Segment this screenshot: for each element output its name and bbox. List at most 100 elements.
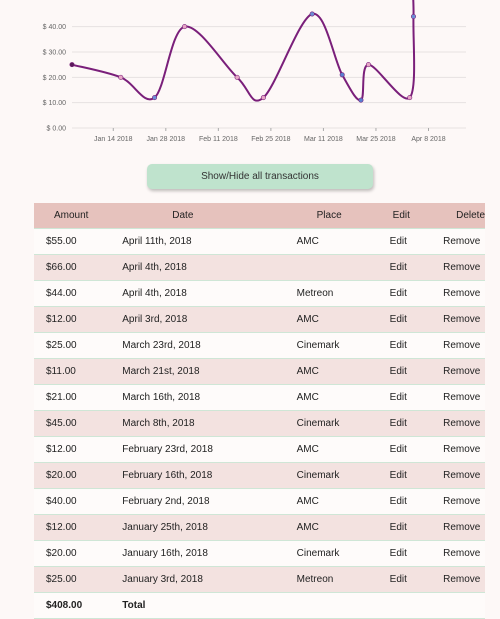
cell-amount: $25.00	[34, 566, 123, 593]
total-row: $408.00 Total	[34, 592, 485, 619]
edit-link[interactable]: Edit	[389, 384, 444, 411]
cell-place: AMC	[296, 488, 390, 515]
table-row: $12.00 February 23rd, 2018 AMC Edit Remo…	[34, 436, 485, 463]
table-row: $12.00 April 3rd, 2018 AMC Edit Remove	[34, 306, 485, 333]
cell-date: January 3rd, 2018	[122, 566, 297, 593]
show-hide-transactions-button[interactable]: Show/Hide all transactions	[147, 164, 373, 189]
x-tick-label: Mar 25 2018	[356, 136, 395, 143]
table-row: $25.00 January 3rd, 2018 Metreon Edit Re…	[34, 566, 485, 593]
cell-place: AMC	[296, 514, 390, 541]
edit-link[interactable]: Edit	[389, 254, 444, 281]
remove-link[interactable]: Remove	[443, 462, 485, 489]
remove-link[interactable]: Remove	[443, 228, 485, 255]
x-tick-label: Feb 25 2018	[251, 136, 290, 143]
y-tick-label: $ 20.00	[43, 75, 66, 82]
cell-amount: $12.00	[34, 306, 123, 333]
cell-place: AMC	[296, 384, 390, 411]
edit-link[interactable]: Edit	[389, 280, 444, 307]
header-amount: Amount	[34, 203, 123, 229]
x-tick-label: Feb 11 2018	[199, 136, 238, 143]
cell-place	[296, 254, 390, 281]
data-point	[410, 14, 416, 20]
remove-link[interactable]: Remove	[443, 358, 485, 385]
cell-place: AMC	[296, 358, 390, 385]
remove-link[interactable]: Remove	[443, 540, 485, 567]
cell-date: April 11th, 2018	[122, 228, 297, 255]
edit-link[interactable]: Edit	[389, 540, 444, 567]
spending-line-chart: $ 0.00 $ 10.00 $ 20.00 $ 30.00 $ 40.00 Jan 14…	[43, 0, 466, 143]
cell-amount: $25.00	[34, 332, 123, 359]
data-point	[365, 62, 371, 68]
data-point	[260, 95, 266, 101]
cell-date: February 16th, 2018	[122, 462, 297, 489]
data-point	[182, 24, 188, 30]
edit-link[interactable]: Edit	[389, 436, 444, 463]
remove-link[interactable]: Remove	[443, 488, 485, 515]
y-tick-label: $ 10.00	[43, 100, 66, 107]
header-delete: Delete	[443, 203, 485, 229]
edit-link[interactable]: Edit	[389, 462, 444, 489]
cell-place: AMC	[296, 436, 390, 463]
remove-link[interactable]: Remove	[443, 280, 485, 307]
total-amount: $408.00	[34, 592, 123, 619]
table-row: $25.00 March 23rd, 2018 Cinemark Edit Re…	[34, 332, 485, 359]
cell-date: April 3rd, 2018	[122, 306, 297, 333]
remove-link[interactable]: Remove	[443, 332, 485, 359]
cell-place: Cinemark	[296, 410, 390, 437]
cell-amount: $40.00	[34, 488, 123, 515]
edit-link[interactable]: Edit	[389, 358, 444, 385]
remove-link[interactable]: Remove	[443, 514, 485, 541]
y-tick-label: $ 30.00	[43, 50, 66, 57]
cell-place: Cinemark	[296, 332, 390, 359]
cell-place: AMC	[296, 306, 390, 333]
edit-link[interactable]: Edit	[389, 514, 444, 541]
remove-link[interactable]: Remove	[443, 566, 485, 593]
edit-link[interactable]: Edit	[389, 566, 444, 593]
x-tick-label: Mar 11 2018	[304, 136, 343, 143]
table-row: $20.00 February 16th, 2018 Cinemark Edit…	[34, 462, 485, 489]
data-point	[358, 97, 364, 103]
cell-amount: $55.00	[34, 228, 123, 255]
remove-link[interactable]: Remove	[443, 384, 485, 411]
edit-link[interactable]: Edit	[389, 410, 444, 437]
cell-date: February 23rd, 2018	[122, 436, 297, 463]
cell-date: January 16th, 2018	[122, 540, 297, 567]
data-point	[407, 95, 413, 101]
data-point	[69, 62, 75, 68]
cell-amount: $21.00	[34, 384, 123, 411]
edit-link[interactable]: Edit	[389, 228, 444, 255]
cell-amount: $20.00	[34, 540, 123, 567]
table-row: $45.00 March 8th, 2018 Cinemark Edit Rem…	[34, 410, 485, 437]
x-tick-label: Jan 28 2018	[147, 136, 186, 143]
cell-place: Metreon	[296, 280, 390, 307]
cell-date: February 2nd, 2018	[122, 488, 297, 515]
cell-date: March 8th, 2018	[122, 410, 297, 437]
remove-link[interactable]: Remove	[443, 306, 485, 333]
edit-link[interactable]: Edit	[389, 488, 444, 515]
y-tick-label: $ 0.00	[47, 126, 67, 133]
table-row: $55.00 April 11th, 2018 AMC Edit Remove	[34, 228, 485, 255]
cell-date: March 16th, 2018	[122, 384, 297, 411]
remove-link[interactable]: Remove	[443, 254, 485, 281]
transactions-table: Amount Date Place Edit Delete $55.00 Apr…	[34, 203, 485, 619]
table-row: $40.00 February 2nd, 2018 AMC Edit Remov…	[34, 488, 485, 515]
data-point	[118, 74, 124, 80]
table-row: $11.00 March 21st, 2018 AMC Edit Remove	[34, 358, 485, 385]
data-point	[152, 95, 158, 101]
data-point	[339, 72, 345, 78]
cell-amount: $45.00	[34, 410, 123, 437]
remove-link[interactable]: Remove	[443, 410, 485, 437]
edit-link[interactable]: Edit	[389, 332, 444, 359]
cell-date: January 25th, 2018	[122, 514, 297, 541]
edit-link[interactable]: Edit	[389, 306, 444, 333]
x-tick-label: Apr 8 2018	[411, 136, 445, 143]
table-row: $21.00 March 16th, 2018 AMC Edit Remove	[34, 384, 485, 411]
cell-place: Cinemark	[296, 462, 390, 489]
cell-amount: $11.00	[34, 358, 123, 385]
table-row: $20.00 January 16th, 2018 Cinemark Edit …	[34, 540, 485, 567]
remove-link[interactable]: Remove	[443, 436, 485, 463]
data-point	[309, 11, 315, 17]
x-tick-label: Jan 14 2018	[94, 136, 133, 143]
cell-amount: $20.00	[34, 462, 123, 489]
data-point	[234, 74, 240, 80]
